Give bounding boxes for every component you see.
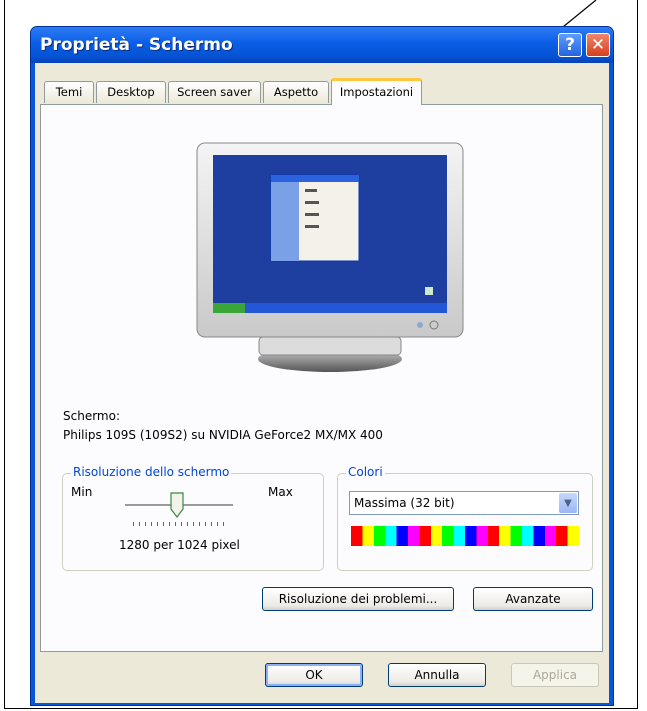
tab-impostazioni[interactable]: Impostazioni: [331, 78, 422, 105]
troubleshoot-button[interactable]: Risoluzione dei problemi...: [262, 587, 454, 611]
max-label: Max: [268, 485, 293, 499]
color-spectrum-bar: [351, 526, 579, 546]
monitor-icon: [196, 142, 464, 372]
dialog-body: Temi Desktop Screen saver Aspetto Impost…: [35, 63, 609, 703]
color-quality-value: Massima (32 bit): [354, 496, 455, 510]
cancel-button[interactable]: Annulla: [388, 663, 486, 687]
resolution-group: Risoluzione dello schermo Min Max 1280 p…: [62, 465, 324, 571]
close-icon: ✕: [590, 35, 606, 55]
help-icon: ?: [565, 35, 575, 55]
tab-screen-saver[interactable]: Screen saver: [168, 81, 261, 103]
resolution-value: 1280 per 1024 pixel: [119, 538, 240, 552]
help-button[interactable]: ?: [558, 33, 582, 57]
ok-button[interactable]: OK: [265, 663, 363, 687]
tab-aspetto[interactable]: Aspetto: [263, 81, 329, 103]
colors-group: Colori Massima (32 bit) ▼: [337, 465, 593, 571]
close-button[interactable]: ✕: [586, 33, 610, 57]
resolution-slider-thumb[interactable]: [170, 492, 184, 518]
min-label: Min: [71, 485, 93, 499]
advanced-button[interactable]: Avanzate: [473, 587, 593, 611]
display-label: Schermo:: [63, 409, 120, 423]
title-bar[interactable]: Proprietà - Schermo ? ✕: [31, 27, 613, 63]
chevron-down-icon[interactable]: ▼: [559, 493, 577, 513]
tab-temi[interactable]: Temi: [44, 81, 94, 103]
display-device-name: Philips 109S (109S2) su NVIDIA GeForce2 …: [63, 428, 383, 442]
settings-panel: Schermo: Philips 109S (109S2) su NVIDIA …: [40, 104, 603, 652]
monitor-preview: [195, 141, 465, 379]
apply-button[interactable]: Applica: [511, 663, 599, 687]
tab-desktop[interactable]: Desktop: [96, 81, 166, 103]
display-properties-window: Proprietà - Schermo ? ✕ Temi Desktop Scr…: [30, 26, 614, 706]
resolution-legend: Risoluzione dello schermo: [71, 465, 232, 479]
window-title: Proprietà - Schermo: [40, 35, 233, 55]
color-quality-select[interactable]: Massima (32 bit) ▼: [349, 491, 579, 515]
slider-ticks: [133, 522, 227, 526]
colors-legend: Colori: [346, 465, 385, 479]
